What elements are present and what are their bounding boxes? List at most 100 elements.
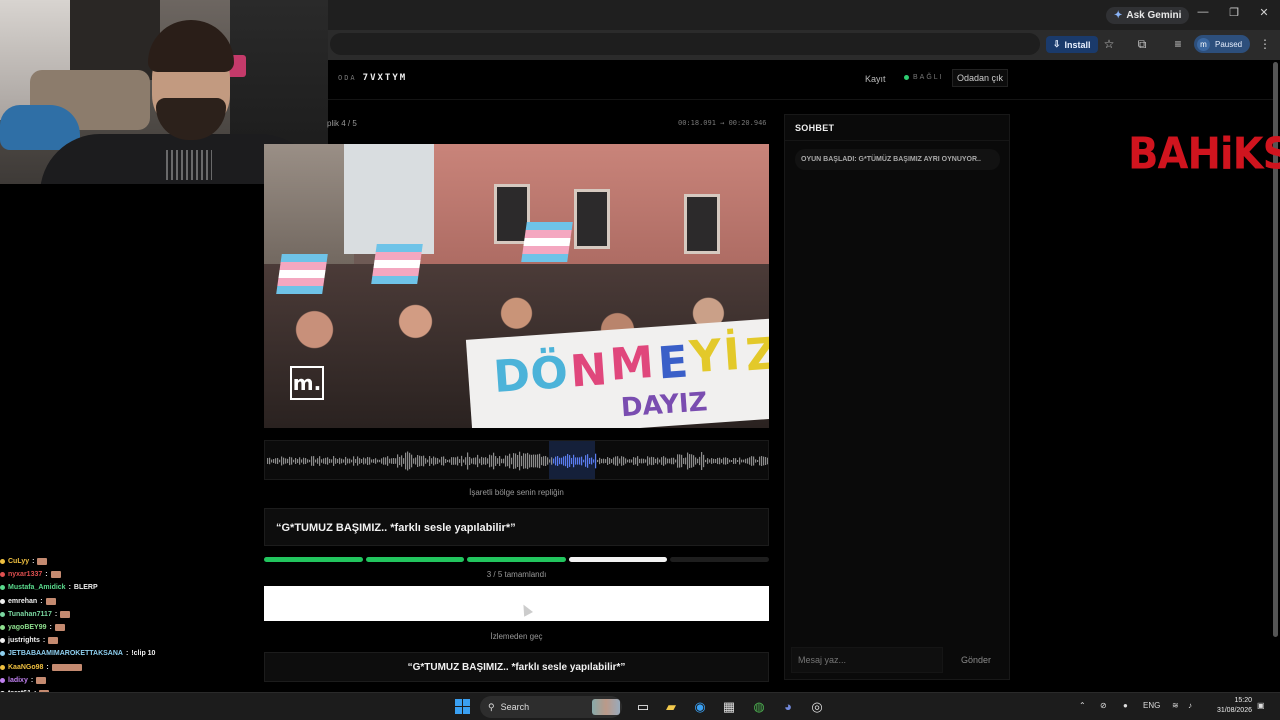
chat-emote-icon bbox=[36, 676, 47, 684]
waveform-bar bbox=[729, 459, 731, 463]
chat-badge-icon bbox=[0, 598, 5, 604]
waveform[interactable] bbox=[264, 440, 769, 480]
waveform-bar bbox=[517, 454, 519, 468]
answer-input[interactable] bbox=[264, 586, 769, 621]
waveform-bar bbox=[323, 458, 325, 464]
waveform-bar bbox=[273, 459, 275, 463]
waveform-bar bbox=[375, 458, 377, 464]
chrome-icon[interactable]: ◍ bbox=[750, 698, 768, 716]
stream-chat-line: Tunahan7117: bbox=[0, 608, 200, 621]
store-icon[interactable]: ▦ bbox=[720, 698, 738, 716]
waveform-bar bbox=[465, 457, 467, 465]
waveform-bar bbox=[413, 458, 415, 464]
connection-status: BAĞLI bbox=[904, 74, 944, 81]
leave-room-button[interactable]: Odadan çık bbox=[952, 69, 1008, 87]
chat-emote-icon bbox=[48, 637, 59, 645]
waveform-bar bbox=[555, 456, 557, 466]
restore-icon[interactable]: ❐ bbox=[1226, 6, 1242, 19]
task-view-icon[interactable]: ▭ bbox=[634, 698, 652, 716]
line-quote-bottom: “G*TUMUZ BAŞIMIZ.. *farklı sesle yapılab… bbox=[264, 652, 769, 682]
notification-icon[interactable]: ▣ bbox=[1257, 701, 1265, 710]
waveform-bar bbox=[697, 458, 699, 464]
extensions-icon[interactable]: ⧉ bbox=[1135, 37, 1149, 52]
waveform-bar bbox=[623, 456, 625, 466]
waveform-bar bbox=[613, 457, 615, 465]
waveform-bar bbox=[297, 459, 299, 463]
tray-chevron-icon[interactable]: ⌃ bbox=[1079, 701, 1086, 710]
waveform-bar bbox=[663, 456, 665, 466]
waveform-bar bbox=[759, 456, 761, 466]
discord-icon[interactable]: ◕ bbox=[779, 698, 797, 716]
chat-message-input[interactable] bbox=[791, 647, 943, 673]
windows-start-icon[interactable] bbox=[455, 699, 470, 714]
volume-icon[interactable]: ♪ bbox=[1188, 701, 1192, 710]
waveform-bar bbox=[731, 459, 733, 463]
kayit-link[interactable]: Kayıt bbox=[865, 74, 886, 84]
waveform-bar bbox=[499, 456, 501, 466]
waveform-bar bbox=[507, 455, 509, 467]
file-explorer-icon[interactable]: ▰ bbox=[662, 698, 680, 716]
chat-username: justrights bbox=[8, 637, 40, 645]
clock[interactable]: 15:20 31/08/2026 bbox=[1208, 696, 1252, 716]
header-divider bbox=[328, 99, 1274, 100]
address-bar[interactable] bbox=[330, 33, 1040, 55]
waveform-bar bbox=[481, 456, 483, 466]
waveform-bar bbox=[427, 459, 429, 463]
waveform-bar bbox=[693, 455, 695, 467]
waveform-bar bbox=[349, 458, 351, 464]
close-icon[interactable]: ✕ bbox=[1256, 6, 1272, 19]
chat-send-button[interactable]: Gönder bbox=[947, 647, 1005, 673]
edge-icon[interactable]: ◉ bbox=[691, 698, 709, 716]
waveform-bar bbox=[677, 454, 679, 468]
network-off-icon[interactable]: ⊘ bbox=[1100, 701, 1107, 710]
waveform-bar bbox=[301, 459, 303, 463]
clip-timestamps: 00:18.091 → 00:20.946 bbox=[678, 119, 767, 127]
media-control-icon[interactable]: ≡ bbox=[1171, 37, 1185, 51]
media-logo: m. bbox=[290, 366, 324, 400]
wifi-icon[interactable]: ≋ bbox=[1172, 701, 1179, 710]
language-indicator[interactable]: ENG bbox=[1143, 701, 1160, 710]
chat-emote-icon bbox=[60, 610, 71, 618]
waveform-bar bbox=[747, 458, 749, 464]
waveform-bar bbox=[569, 455, 571, 467]
waveform-bar bbox=[471, 458, 473, 464]
waveform-bar bbox=[533, 454, 535, 468]
waveform-bar bbox=[725, 457, 727, 465]
waveform-bar bbox=[363, 457, 365, 465]
taskbar-search[interactable]: ⚲ Search bbox=[480, 696, 622, 718]
waveform-bar bbox=[543, 456, 545, 466]
install-button[interactable]: ⇩ Install bbox=[1046, 36, 1098, 53]
search-icon: ⚲ bbox=[488, 701, 495, 712]
ask-gemini-button[interactable]: ✦ Ask Gemini bbox=[1106, 7, 1190, 24]
waveform-bar bbox=[709, 459, 711, 463]
waveform-bar bbox=[493, 452, 495, 470]
waveform-bar bbox=[675, 459, 677, 463]
more-menu-icon[interactable]: ⋮ bbox=[1258, 37, 1272, 51]
waveform-bar bbox=[561, 457, 563, 465]
app-icon[interactable]: ◎ bbox=[808, 698, 826, 716]
waveform-bar bbox=[585, 455, 587, 467]
waveform-bar bbox=[269, 457, 271, 465]
waveform-bar bbox=[629, 459, 631, 463]
waveform-bar bbox=[477, 454, 479, 468]
profile-button[interactable]: m Paused bbox=[1194, 35, 1251, 53]
chat-emote-icon bbox=[45, 597, 56, 605]
waveform-bar bbox=[541, 456, 543, 466]
waveform-bar bbox=[307, 459, 309, 463]
waveform-bar bbox=[545, 456, 547, 466]
progress-segment bbox=[365, 557, 465, 562]
bookmark-star-icon[interactable]: ☆ bbox=[1102, 37, 1116, 51]
waveform-bar bbox=[491, 455, 493, 467]
video-player[interactable]: D Ö N M E Y İ Z DAYIZ m. bbox=[264, 144, 769, 428]
skip-link[interactable]: İzlemeden geç bbox=[264, 632, 769, 641]
progress-text: 3 / 5 tamamlandı bbox=[486, 570, 547, 579]
waveform-bar bbox=[357, 456, 359, 466]
chat-username: ladixy bbox=[8, 676, 28, 684]
chat-divider bbox=[785, 140, 1009, 141]
waveform-bar bbox=[295, 458, 297, 464]
microphone-icon[interactable]: ● bbox=[1123, 701, 1128, 710]
waveform-bar bbox=[669, 458, 671, 464]
status-dot-icon bbox=[904, 75, 909, 80]
minimize-icon[interactable]: — bbox=[1195, 6, 1211, 18]
chat-username: nyxar1337 bbox=[8, 571, 43, 579]
